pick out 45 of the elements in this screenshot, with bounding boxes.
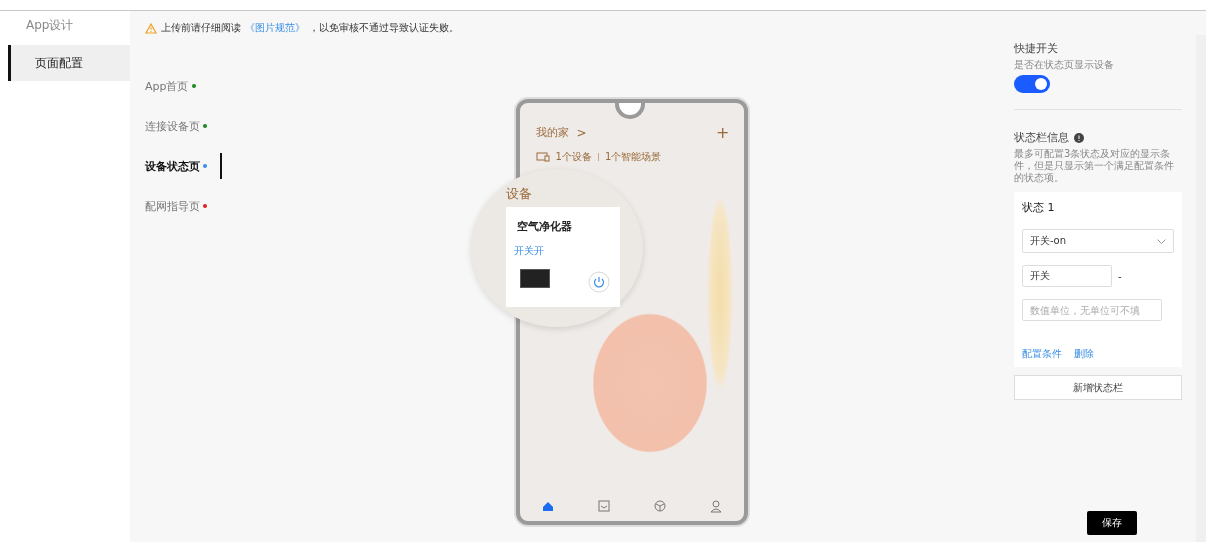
device-thumbnail	[519, 269, 550, 288]
page-name: 设备状态页	[145, 158, 200, 174]
cube-icon[interactable]	[652, 499, 667, 513]
status-select[interactable]: 开关-on	[1022, 229, 1174, 253]
warning-icon	[145, 22, 157, 34]
inbox-icon[interactable]	[596, 499, 611, 513]
section-title: 快捷开关	[1014, 41, 1059, 56]
device-count: 1个设备	[555, 150, 592, 164]
unit-field[interactable]: 数值单位，无单位可不填	[1022, 299, 1162, 321]
page-name: 连接设备页	[145, 118, 200, 134]
section-title: 状态栏信息	[1014, 130, 1069, 145]
status-title: 状态 1	[1022, 200, 1056, 215]
page-name: App首页	[145, 78, 189, 94]
sidebar-item[interactable]: 页面配置	[8, 45, 130, 81]
name-field[interactable]: 开关	[1022, 265, 1112, 287]
page-tab[interactable]: 连接设备页	[145, 113, 222, 139]
user-icon[interactable]	[708, 499, 723, 513]
toggle-switch[interactable]	[1014, 75, 1050, 93]
chevron-glyph: >	[576, 125, 587, 140]
notice-text: 上传前请仔细阅读	[161, 21, 241, 35]
devices-icon	[535, 152, 550, 162]
add-glyph: +	[716, 123, 730, 142]
chevron-down-icon	[1157, 238, 1166, 244]
section-description: 是否在状态页显示设备	[1014, 59, 1115, 71]
page-name: 配网指导页	[145, 198, 200, 214]
action-link[interactable]: 配置条件	[1022, 347, 1062, 361]
section-description: 最多可配置3条状态及对应的显示条件，但是只显示第一个满足配置条件的状态项。	[1014, 148, 1175, 184]
home-icon[interactable]	[540, 499, 555, 513]
save-button[interactable]: 保存	[1087, 511, 1137, 535]
section-title: 设备	[505, 185, 532, 203]
device-name: 空气净化器	[515, 219, 573, 234]
info-icon	[1074, 132, 1084, 143]
page-tab[interactable]: 设备状态页	[145, 153, 222, 179]
scene-count: 1个智能场景	[604, 150, 662, 164]
notice-text: ，以免审核不通过导致认证失败。	[309, 21, 459, 35]
sidebar-title: App设计	[25, 17, 75, 34]
separator-dash: -	[1118, 270, 1122, 282]
phone-notch	[614, 103, 645, 119]
home-title: 我的家	[535, 125, 569, 140]
page-tab[interactable]: 配网指导页	[145, 193, 222, 219]
device-status: 开关开	[512, 244, 545, 258]
power-icon[interactable]	[587, 271, 610, 293]
action-link[interactable]: 删除	[1074, 347, 1094, 361]
page-tab[interactable]: App首页	[145, 73, 222, 99]
add-status-button[interactable]: 新增状态栏	[1014, 375, 1182, 400]
